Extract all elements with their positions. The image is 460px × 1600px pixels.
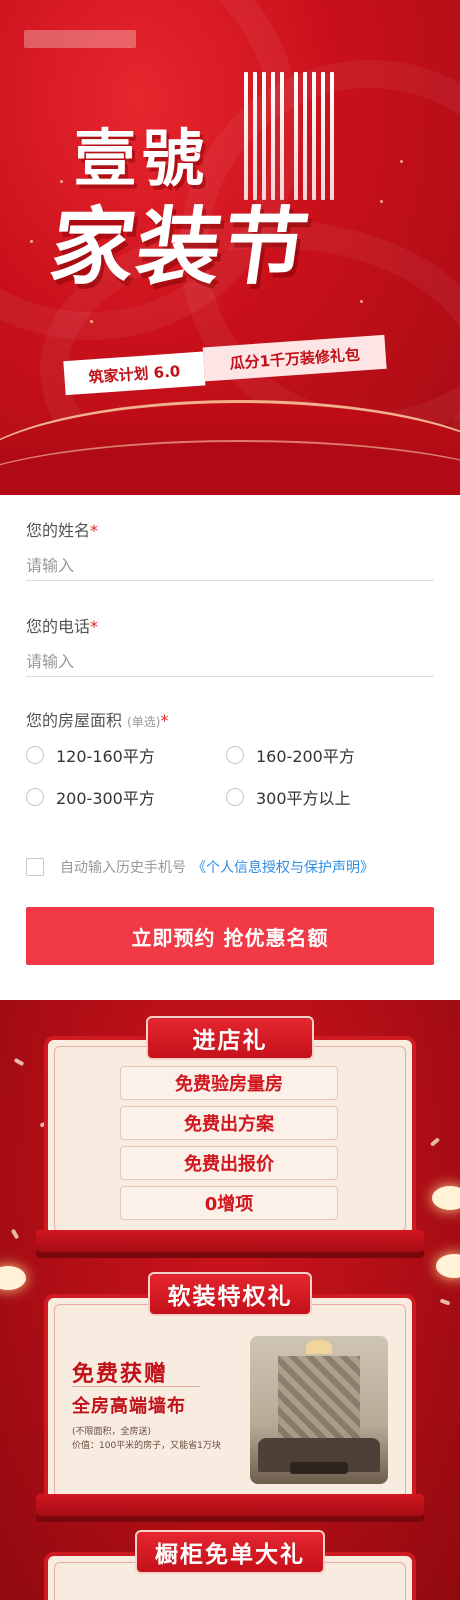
radio-circle-icon [226,788,244,806]
area-option-200-300[interactable]: 200-300平方 [26,785,155,809]
soft-gift-value: 价值：100平米的房子，又能省1万块 [72,1441,221,1451]
autofill-label: 自动输入历史手机号 [60,860,186,876]
radio-circle-icon [26,746,44,764]
soft-gift-title: 软装特权礼 [148,1272,312,1316]
area-option-120-160[interactable]: 120-160平方 [26,743,155,767]
store-gift-item: 免费验房量房 [120,1066,338,1100]
name-label: 您的姓名* [26,521,99,540]
name-field: 您的姓名* [26,517,434,581]
phone-field: 您的电话* [26,613,434,677]
soft-gift-headline: 全房高端墙布 [72,1396,186,1417]
cabinet-gift-title: 橱柜免单大礼 [135,1530,325,1574]
brand-logo [24,30,136,48]
area-label: 您的房屋面积 (单选)* [26,711,169,730]
hero-banner: 壹號 家装节 筑家计划 6.0 瓜分1千万装修礼包 [0,0,460,495]
name-input[interactable] [26,551,434,581]
soft-gift-lead: 免费获赠 [72,1362,169,1387]
hero-title-main: 家装节 [44,198,316,296]
store-gift-item: 免费出方案 [120,1106,338,1140]
phone-label: 您的电话* [26,617,99,636]
wallpaper-room-image [250,1336,388,1484]
privacy-statement-link[interactable]: 《个人信息授权与保护声明》 [192,857,374,877]
area-option-160-200[interactable]: 160-200平方 [226,743,355,767]
area-option-300-plus[interactable]: 300平方以上 [226,785,351,809]
store-gift-title: 进店礼 [146,1016,314,1060]
store-gift-item: 免费出报价 [120,1146,338,1180]
phone-input[interactable] [26,647,434,677]
submit-booking-button[interactable]: 立即预约 抢优惠名额 [26,907,434,965]
gift-section: 进店礼 免费验房量房 免费出方案 免费出报价 0增项 软装特权礼 免费获赠 全房… [0,1000,460,1600]
booking-form: 您的姓名* 您的电话* 您的房屋面积 (单选)* 120-160平方 160-2… [0,495,460,1000]
radio-circle-icon [26,788,44,806]
radio-circle-icon [226,746,244,764]
autofill-checkbox[interactable] [26,858,44,876]
soft-gift-note: (不限面积，全房送) [72,1427,152,1437]
store-gift-item: 0增项 [120,1186,338,1220]
agreement-row: 自动输入历史手机号 《个人信息授权与保护声明》 [26,857,374,877]
